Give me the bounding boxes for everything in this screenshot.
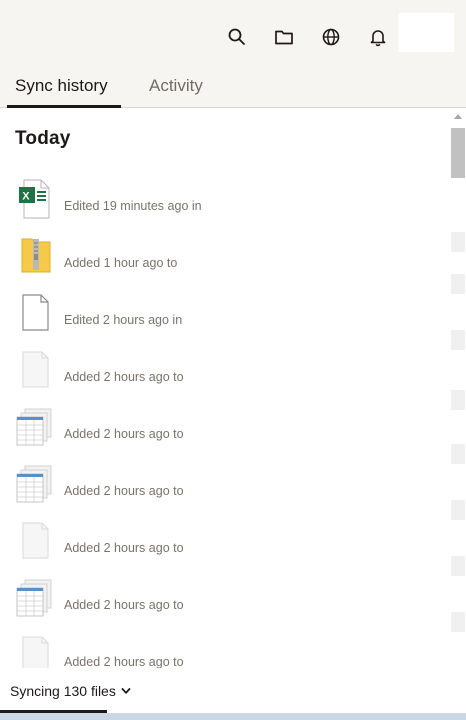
list-item[interactable]: Added 2 hours ago to (0, 631, 450, 668)
list-item[interactable]: Added 2 hours ago to (0, 460, 450, 517)
spreadsheet-stack-icon (16, 464, 54, 504)
blank-file-icon (16, 350, 54, 390)
svg-text:X: X (22, 191, 30, 203)
scrollbar-marker (451, 444, 465, 464)
list-item[interactable]: Added 1 hour ago to (0, 232, 450, 289)
scroll-up-arrow[interactable] (454, 114, 462, 119)
list-item[interactable]: Edited 2 hours ago in (0, 289, 450, 346)
scrollbar-marker (451, 390, 465, 410)
globe-icon[interactable] (320, 26, 342, 48)
zip-folder-icon (16, 236, 54, 276)
window-bottom-edge (0, 713, 466, 720)
scrollbar-marker (451, 232, 465, 252)
tab-bar: Sync history Activity (0, 64, 466, 108)
spreadsheet-stack-icon (16, 578, 54, 618)
scrollbar-marker (451, 500, 465, 520)
chevron-down-icon (121, 688, 131, 694)
footer: Syncing 130 files (0, 668, 466, 713)
item-description: Edited 2 hours ago in (64, 313, 183, 327)
tab-sync-history[interactable]: Sync history (15, 76, 108, 96)
item-description: Added 2 hours ago to (64, 655, 184, 668)
sync-history-list: Today X Edited 19 minutes ago in Added 1… (0, 108, 450, 668)
item-description: Edited 19 minutes ago in (64, 199, 202, 213)
section-title: Today (15, 128, 71, 149)
list-item[interactable]: Added 2 hours ago to (0, 517, 450, 574)
scrollbar-thumb[interactable] (451, 128, 465, 178)
scrollbar-track[interactable] (450, 108, 466, 668)
sync-status-label: Syncing 130 files (10, 683, 116, 699)
item-description: Added 2 hours ago to (64, 427, 184, 441)
document-icon (16, 293, 54, 333)
scrollbar-marker (451, 556, 465, 576)
search-icon[interactable] (226, 26, 248, 48)
blank-file-icon (16, 635, 54, 668)
list-item[interactable]: Added 2 hours ago to (0, 574, 450, 631)
excel-file-icon: X (16, 179, 54, 219)
list-item[interactable]: X Edited 19 minutes ago in (0, 175, 450, 232)
item-description: Added 2 hours ago to (64, 370, 184, 384)
list-item[interactable]: Added 2 hours ago to (0, 403, 450, 460)
sync-status-dropdown[interactable]: Syncing 130 files (10, 683, 131, 699)
avatar[interactable] (398, 13, 454, 52)
item-description: Added 1 hour ago to (64, 256, 178, 270)
scrollbar-marker (451, 274, 465, 294)
spreadsheet-stack-icon (16, 407, 54, 447)
folder-icon[interactable] (273, 26, 295, 48)
tab-activity[interactable]: Activity (149, 76, 203, 96)
top-bar (0, 0, 466, 64)
blank-file-icon (16, 521, 54, 561)
item-description: Added 2 hours ago to (64, 541, 184, 555)
item-description: Added 2 hours ago to (64, 598, 184, 612)
scrollbar-marker (451, 612, 465, 632)
item-description: Added 2 hours ago to (64, 484, 184, 498)
bell-icon[interactable] (367, 26, 389, 48)
list-item[interactable]: Added 2 hours ago to (0, 346, 450, 403)
scrollbar-marker (451, 330, 465, 350)
